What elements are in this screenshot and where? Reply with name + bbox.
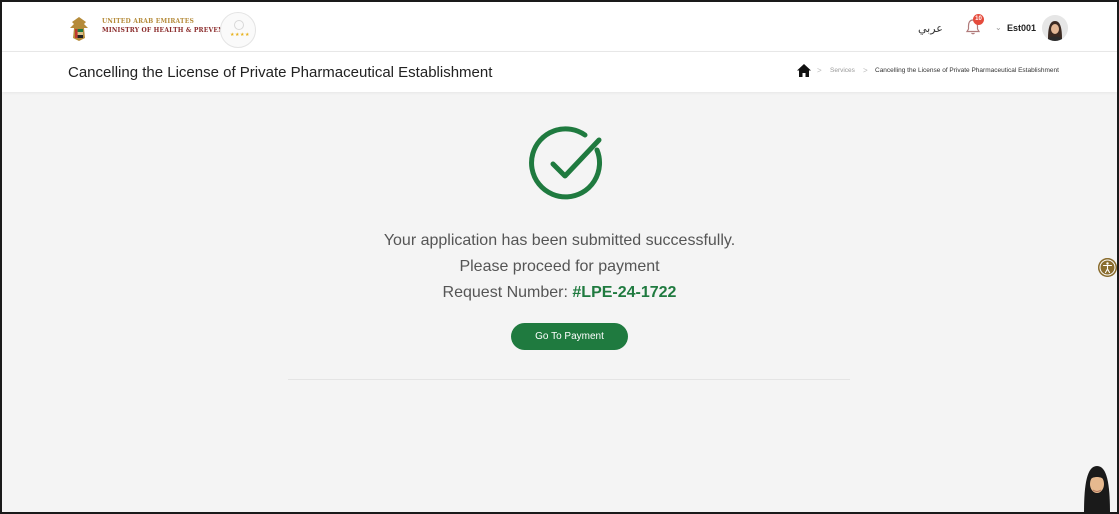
home-icon[interactable] bbox=[797, 64, 811, 77]
avatar[interactable] bbox=[1042, 15, 1068, 41]
breadcrumb-separator-icon: > bbox=[863, 66, 868, 75]
request-number-value: #LPE-24-1722 bbox=[572, 284, 677, 301]
request-number-line: Request Number: #LPE-24-1722 bbox=[2, 284, 1117, 302]
badge-emblem-icon bbox=[234, 20, 244, 30]
app-frame: UNITED ARAB EMIRATES MINISTRY OF HEALTH … bbox=[0, 0, 1119, 514]
virtual-assistant-avatar[interactable] bbox=[1076, 458, 1118, 514]
payment-instruction: Please proceed for payment bbox=[459, 258, 660, 275]
username[interactable]: Est001 bbox=[1007, 23, 1036, 33]
rating-stars-badge: ★★★★ bbox=[220, 12, 256, 48]
breadcrumb-services-link[interactable]: Services bbox=[830, 67, 855, 74]
notification-count-badge: 10 bbox=[973, 14, 984, 25]
star-rating-icon: ★★★★ bbox=[230, 32, 250, 38]
chevron-down-icon[interactable]: ⌄ bbox=[995, 23, 1002, 32]
breadcrumb-current: Cancelling the License of Private Pharma… bbox=[875, 67, 1059, 74]
uae-emblem-logo[interactable] bbox=[64, 14, 94, 44]
breadcrumb-separator-icon: > bbox=[817, 66, 822, 75]
go-to-payment-button[interactable]: Go To Payment bbox=[511, 323, 628, 350]
accessibility-icon[interactable] bbox=[1098, 258, 1117, 277]
page-title: Cancelling the License of Private Pharma… bbox=[68, 64, 493, 81]
check-circle-icon bbox=[529, 126, 603, 200]
content-divider bbox=[288, 379, 850, 380]
top-header: UNITED ARAB EMIRATES MINISTRY OF HEALTH … bbox=[2, 2, 1117, 52]
language-toggle[interactable]: عربي bbox=[918, 22, 943, 35]
avatar-image bbox=[1042, 15, 1068, 41]
request-number-label: Request Number: bbox=[442, 284, 568, 301]
success-message: Your application has been submitted succ… bbox=[383, 232, 736, 249]
page-title-bar: Cancelling the License of Private Pharma… bbox=[2, 52, 1117, 92]
